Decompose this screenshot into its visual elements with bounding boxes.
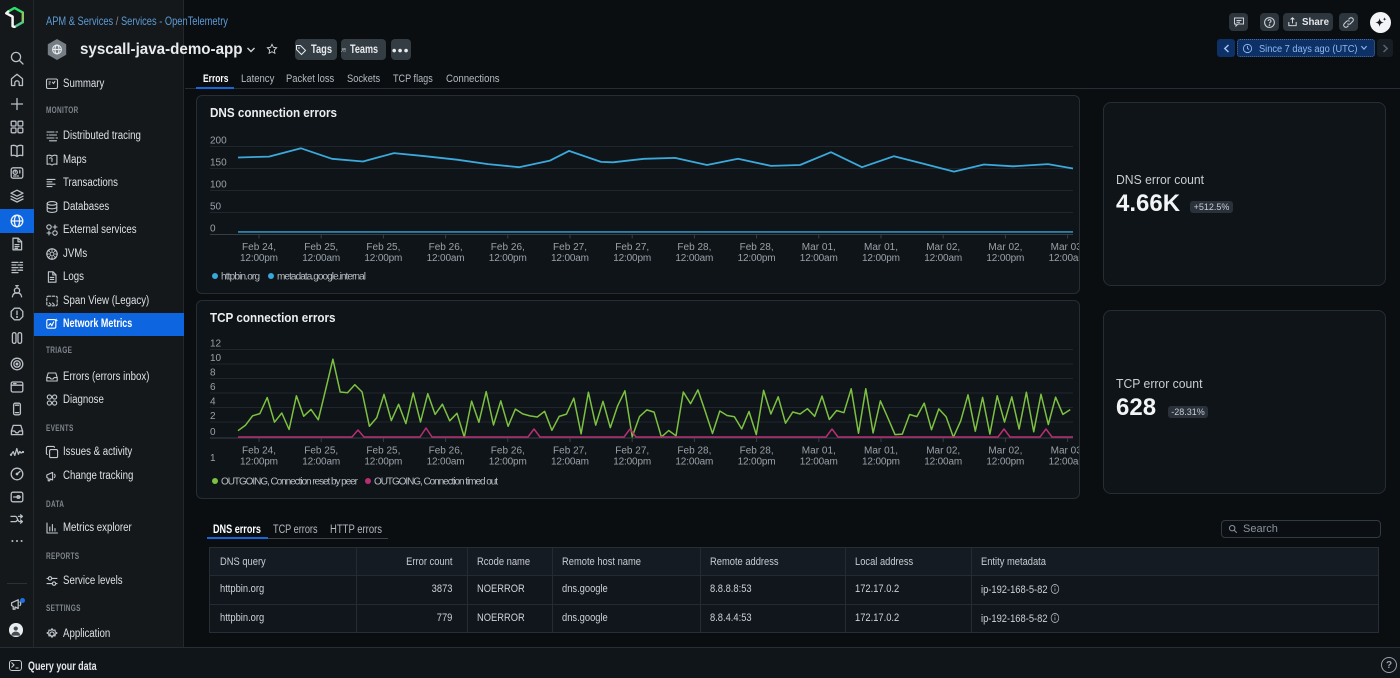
- svg-text:Feb 27,: Feb 27,: [553, 446, 587, 457]
- svg-text:12:00am: 12:00am: [924, 457, 962, 468]
- svg-text:Feb 28,: Feb 28,: [677, 242, 711, 253]
- svg-text:Feb 26,: Feb 26,: [429, 242, 463, 253]
- svg-text:2: 2: [210, 411, 216, 422]
- svg-text:12: 12: [210, 339, 222, 350]
- svg-text:12:00am: 12:00am: [427, 457, 465, 468]
- svg-text:Mar 01,: Mar 01,: [864, 242, 898, 253]
- svg-text:0: 0: [210, 224, 216, 235]
- svg-text:12:00am: 12:00am: [924, 253, 962, 264]
- svg-text:Feb 24,: Feb 24,: [242, 242, 276, 253]
- svg-text:12:00am: 12:00am: [1049, 457, 1079, 468]
- svg-text:Mar 01,: Mar 01,: [864, 446, 898, 457]
- svg-text:Feb 25,: Feb 25,: [366, 446, 400, 457]
- svg-text:4: 4: [210, 397, 216, 408]
- svg-text:Mar 03,: Mar 03,: [1051, 242, 1079, 253]
- svg-text:Feb 25,: Feb 25,: [304, 446, 338, 457]
- svg-text:12:00pm: 12:00pm: [240, 457, 278, 468]
- svg-text:OUTGOING, Connection reset by: OUTGOING, Connection reset by peer: [221, 477, 359, 488]
- svg-text:12:00am: 12:00am: [675, 253, 713, 264]
- svg-text:12:00pm: 12:00pm: [489, 457, 527, 468]
- svg-text:Mar 02,: Mar 02,: [988, 446, 1022, 457]
- svg-text:12:00pm: 12:00pm: [862, 253, 900, 264]
- svg-text:12:00am: 12:00am: [1049, 253, 1079, 264]
- svg-text:8: 8: [210, 368, 216, 379]
- svg-text:12:00pm: 12:00pm: [986, 457, 1024, 468]
- svg-text:12:00pm: 12:00pm: [986, 253, 1024, 264]
- svg-text:1: 1: [210, 453, 216, 464]
- svg-text:Feb 26,: Feb 26,: [429, 446, 463, 457]
- svg-text:metadata.google.internal: metadata.google.internal: [277, 272, 366, 283]
- svg-text:12:00pm: 12:00pm: [738, 457, 776, 468]
- svg-text:Mar 01,: Mar 01,: [802, 242, 836, 253]
- svg-text:Feb 27,: Feb 27,: [615, 446, 649, 457]
- svg-text:Feb 28,: Feb 28,: [740, 242, 774, 253]
- svg-text:Feb 24,: Feb 24,: [242, 446, 276, 457]
- svg-text:10: 10: [210, 353, 222, 364]
- svg-text:12:00am: 12:00am: [302, 253, 340, 264]
- svg-text:12:00am: 12:00am: [800, 457, 838, 468]
- svg-text:Feb 26,: Feb 26,: [491, 446, 525, 457]
- svg-text:12:00am: 12:00am: [551, 457, 589, 468]
- svg-text:150: 150: [210, 158, 227, 169]
- svg-text:Mar 02,: Mar 02,: [988, 242, 1022, 253]
- svg-text:12:00am: 12:00am: [675, 457, 713, 468]
- svg-text:12:00pm: 12:00pm: [489, 253, 527, 264]
- svg-text:50: 50: [210, 202, 222, 213]
- svg-text:Feb 28,: Feb 28,: [740, 446, 774, 457]
- svg-text:Mar 02,: Mar 02,: [926, 242, 960, 253]
- svg-text:12:00pm: 12:00pm: [738, 253, 776, 264]
- svg-text:Mar 01,: Mar 01,: [802, 446, 836, 457]
- svg-text:12:00pm: 12:00pm: [613, 457, 651, 468]
- svg-text:Feb 27,: Feb 27,: [553, 242, 587, 253]
- svg-text:Feb 28,: Feb 28,: [677, 446, 711, 457]
- svg-text:Feb 25,: Feb 25,: [304, 242, 338, 253]
- svg-text:Feb 27,: Feb 27,: [615, 242, 649, 253]
- svg-text:OUTGOING, Connection timed out: OUTGOING, Connection timed out: [374, 477, 498, 488]
- svg-text:12:00pm: 12:00pm: [613, 253, 651, 264]
- svg-text:200: 200: [210, 136, 227, 147]
- svg-text:0: 0: [210, 427, 216, 438]
- svg-text:12:00am: 12:00am: [551, 253, 589, 264]
- svg-text:12:00pm: 12:00pm: [364, 253, 402, 264]
- svg-text:httpbin.org: httpbin.org: [221, 272, 260, 283]
- svg-text:12:00pm: 12:00pm: [240, 253, 278, 264]
- svg-text:12:00pm: 12:00pm: [364, 457, 402, 468]
- svg-text:12:00pm: 12:00pm: [862, 457, 900, 468]
- svg-text:Mar 02,: Mar 02,: [926, 446, 960, 457]
- svg-text:12:00am: 12:00am: [800, 253, 838, 264]
- svg-text:12:00am: 12:00am: [302, 457, 340, 468]
- svg-text:6: 6: [210, 382, 216, 393]
- svg-text:Feb 26,: Feb 26,: [491, 242, 525, 253]
- svg-text:Mar 03,: Mar 03,: [1051, 446, 1079, 457]
- svg-text:Feb 25,: Feb 25,: [366, 242, 400, 253]
- svg-text:12:00am: 12:00am: [427, 253, 465, 264]
- svg-text:100: 100: [210, 180, 227, 191]
